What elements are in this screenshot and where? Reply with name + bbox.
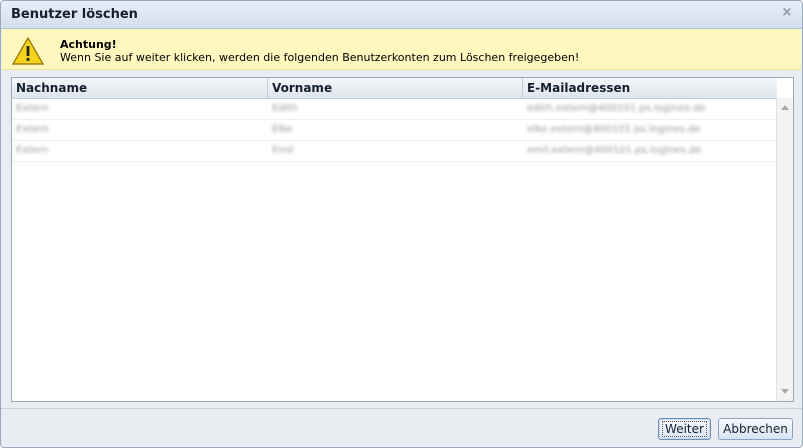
delete-users-dialog: Benutzer löschen × Achtung! Wenn Sie auf… [0, 0, 803, 448]
cell-email: elke.extern@400101.ps.logines.de [527, 124, 701, 135]
grid-body: Extern Edith edith.extern@400101.ps.logi… [12, 99, 777, 162]
table-row[interactable]: Extern Emil emil.extern@400101.ps.logine… [12, 141, 777, 162]
cell-email: emil.extern@400101.ps.logines.de [527, 145, 702, 156]
warning-icon [12, 37, 44, 65]
cell-email: edith.extern@400101.ps.logines.de [527, 103, 706, 114]
table-row[interactable]: Extern Elke elke.extern@400101.ps.logine… [12, 120, 777, 141]
abbrechen-button[interactable]: Abbrechen [718, 418, 793, 440]
weiter-button-label: Weiter [662, 421, 707, 437]
vertical-scrollbar[interactable] [776, 98, 793, 401]
dialog-title: Benutzer löschen [11, 7, 138, 22]
grid-header: Nachname Vorname E-Mailadressen [12, 78, 777, 99]
scroll-down-arrow-icon[interactable] [781, 389, 789, 394]
cell-nachname: Extern [16, 124, 49, 135]
dialog-footer: Weiter Abbrechen [1, 408, 802, 447]
close-icon[interactable]: × [780, 6, 794, 20]
cell-vorname: Edith [272, 103, 298, 114]
cell-nachname: Extern [16, 103, 49, 114]
users-grid: Nachname Vorname E-Mailadressen Extern E… [11, 77, 794, 402]
warning-title: Achtung! [60, 38, 117, 51]
cell-vorname: Elke [272, 124, 293, 135]
column-header-email[interactable]: E-Mailadressen [523, 78, 777, 98]
weiter-button[interactable]: Weiter [658, 418, 711, 440]
column-header-nachname[interactable]: Nachname [12, 78, 268, 98]
warning-text: Wenn Sie auf weiter klicken, werden die … [60, 51, 580, 64]
cell-nachname: Extern [16, 145, 49, 156]
column-header-vorname[interactable]: Vorname [268, 78, 523, 98]
cell-vorname: Emil [272, 145, 294, 156]
dialog-titlebar[interactable]: Benutzer löschen × [1, 1, 802, 29]
scroll-up-arrow-icon[interactable] [781, 105, 789, 110]
warning-banner: Achtung! Wenn Sie auf weiter klicken, we… [2, 29, 801, 70]
table-row[interactable]: Extern Edith edith.extern@400101.ps.logi… [12, 99, 777, 120]
